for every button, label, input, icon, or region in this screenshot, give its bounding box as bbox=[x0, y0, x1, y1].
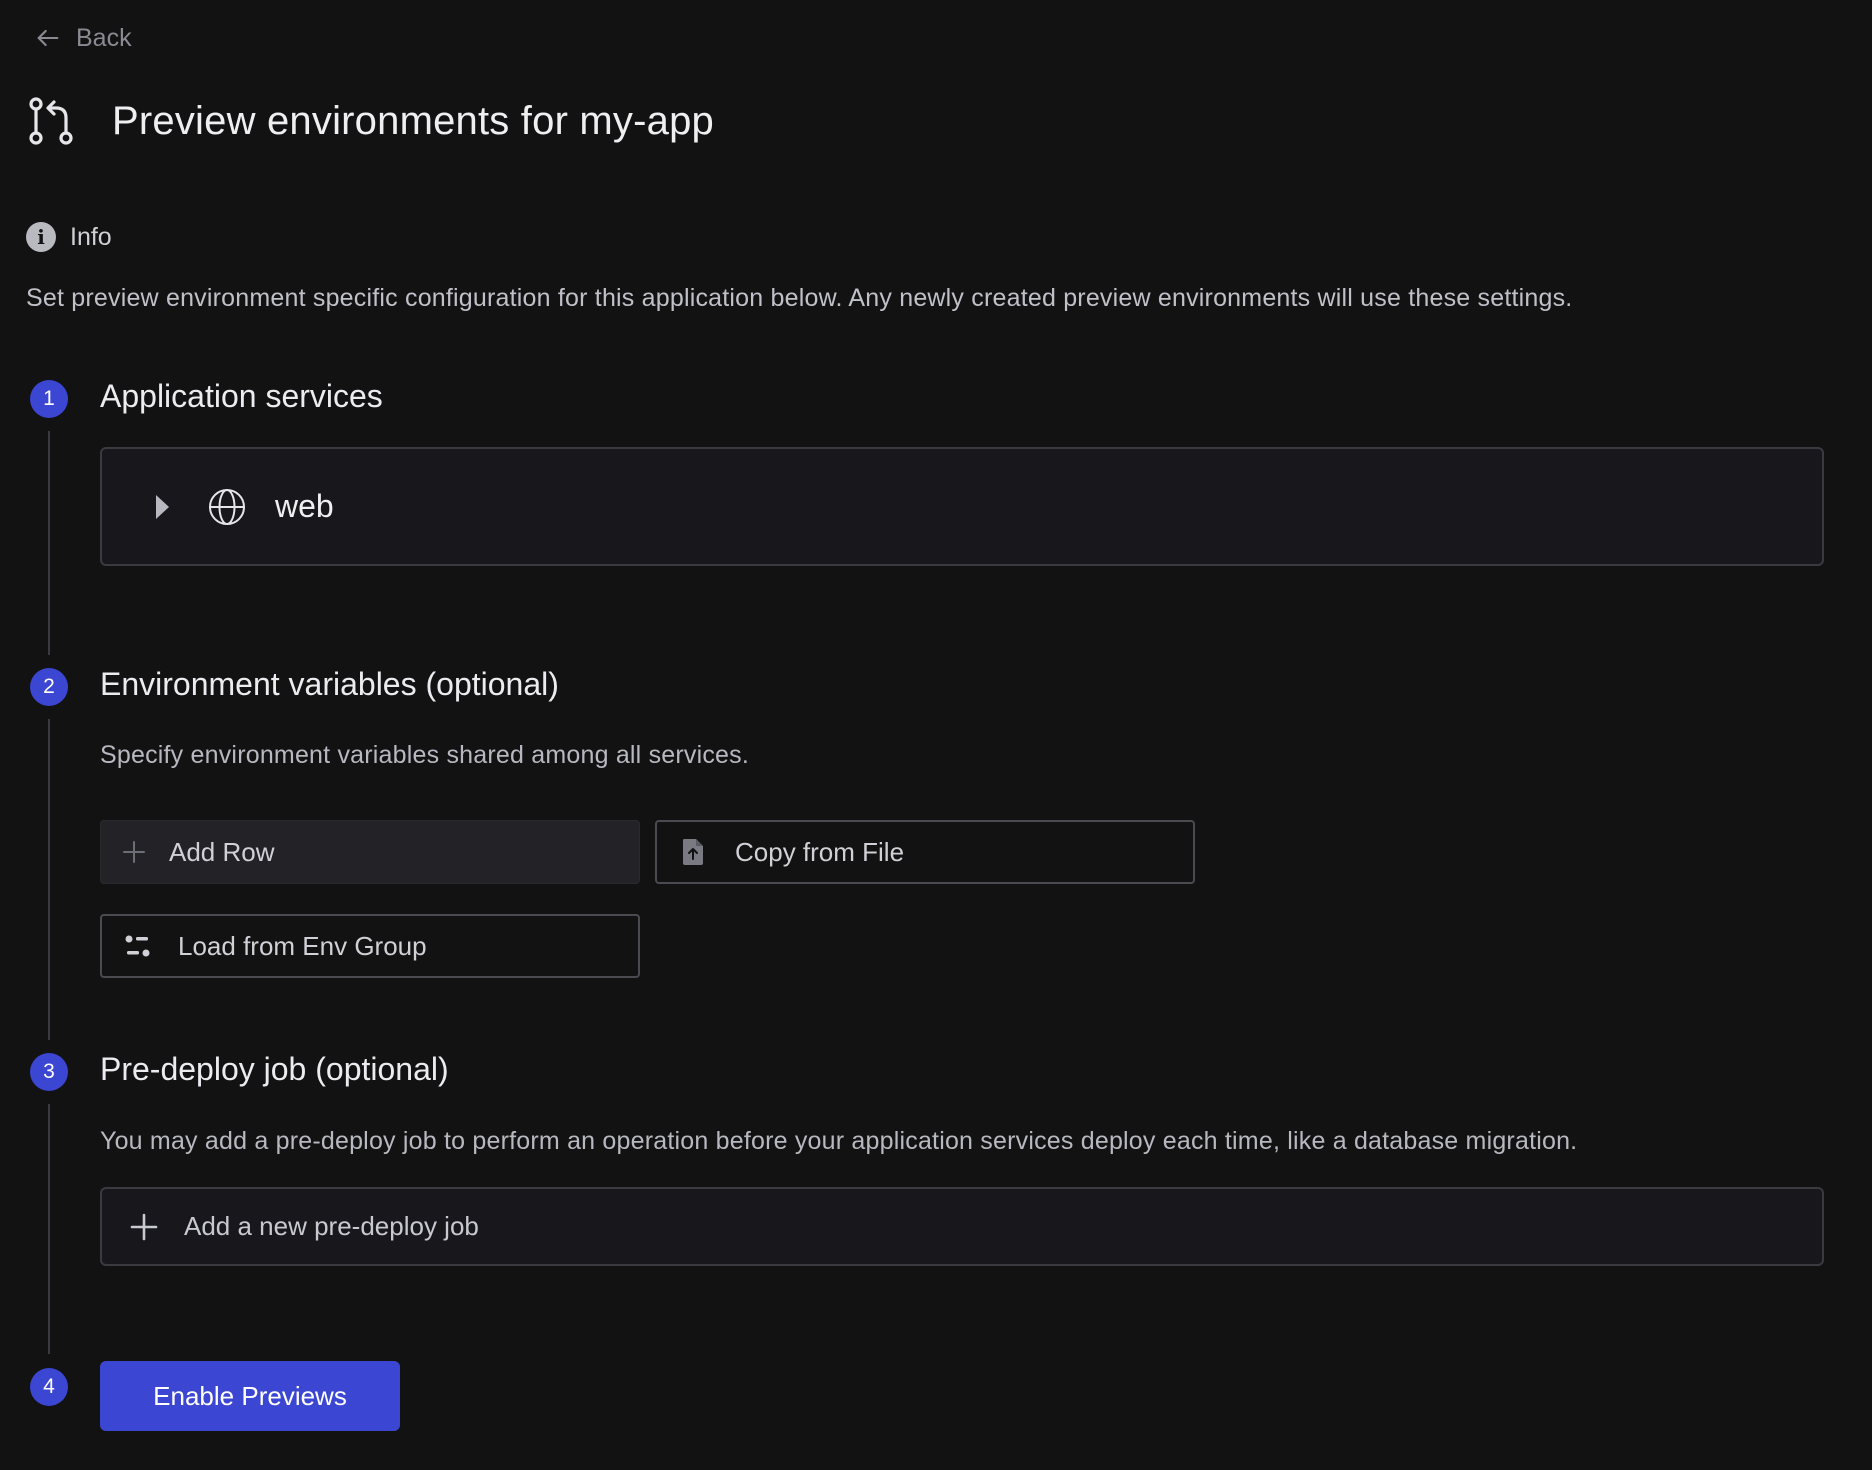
file-upload-icon bbox=[683, 839, 703, 865]
step-title-environment-variables: Environment variables (optional) bbox=[100, 666, 559, 702]
step-number-2: 2 bbox=[30, 668, 68, 706]
step-connector bbox=[48, 1104, 50, 1354]
add-row-label: Add Row bbox=[169, 836, 275, 867]
step-number-4: 4 bbox=[30, 1368, 68, 1406]
copy-from-file-label: Copy from File bbox=[735, 836, 905, 867]
arrow-left-icon bbox=[37, 29, 59, 47]
step-title-application-services: Application services bbox=[100, 378, 383, 414]
globe-icon bbox=[209, 488, 245, 525]
info-label: Info bbox=[70, 222, 112, 251]
info-description: Set preview environment specific configu… bbox=[26, 284, 1573, 312]
env-group-icon bbox=[125, 935, 150, 957]
caret-right-icon[interactable] bbox=[156, 494, 169, 519]
add-pre-deploy-job-button[interactable]: Add a new pre-deploy job bbox=[100, 1187, 1824, 1266]
step-description-pre-deploy-job: You may add a pre-deploy job to perform … bbox=[100, 1127, 1578, 1155]
enable-previews-button[interactable]: Enable Previews bbox=[100, 1361, 400, 1431]
plus-icon bbox=[130, 1213, 158, 1240]
load-from-env-group-label: Load from Env Group bbox=[178, 930, 427, 961]
page-title: Preview environments for my-app bbox=[112, 98, 714, 143]
add-pre-deploy-job-label: Add a new pre-deploy job bbox=[184, 1211, 479, 1241]
step-description-environment-variables: Specify environment variables shared amo… bbox=[100, 741, 750, 769]
add-row-button[interactable]: Add Row bbox=[100, 820, 640, 884]
step-number-1: 1 bbox=[30, 380, 68, 418]
info-icon: i bbox=[26, 222, 56, 252]
plus-icon bbox=[123, 841, 145, 863]
step-connector bbox=[48, 431, 50, 655]
load-from-env-group-button[interactable]: Load from Env Group bbox=[100, 914, 640, 978]
copy-from-file-button[interactable]: Copy from File bbox=[655, 820, 1195, 884]
back-label: Back bbox=[76, 23, 132, 52]
step-number-3: 3 bbox=[30, 1053, 68, 1091]
page: Back Preview environments for my-app i I… bbox=[0, 0, 1872, 1470]
step-title-pre-deploy-job: Pre-deploy job (optional) bbox=[100, 1051, 449, 1087]
pull-request-icon bbox=[29, 97, 73, 145]
page-header: Preview environments for my-app bbox=[26, 96, 714, 146]
info-section: i Info bbox=[26, 222, 112, 252]
back-link[interactable]: Back bbox=[34, 20, 132, 56]
service-card-web[interactable]: web bbox=[100, 447, 1824, 566]
step-connector bbox=[48, 719, 50, 1040]
service-name: web bbox=[275, 488, 334, 524]
